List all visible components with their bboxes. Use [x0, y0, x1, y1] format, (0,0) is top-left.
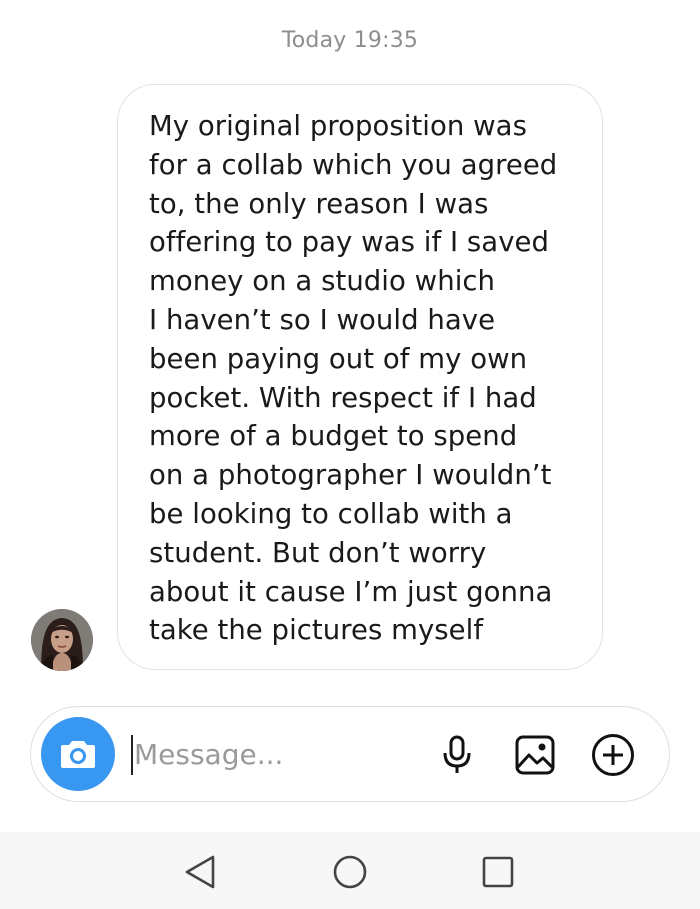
message-text: My original proposition was for a collab… [149, 107, 578, 650]
message-line: offering to pay was if I saved [149, 226, 550, 259]
message-line: more of a budget to spend [149, 420, 518, 453]
message-line: pocket. With respect if I had [149, 381, 537, 414]
message-line: I haven’t so I would have [149, 303, 496, 336]
nav-recents-button[interactable] [478, 852, 518, 892]
recents-square-icon [482, 856, 514, 888]
text-caret [131, 735, 133, 775]
received-message-bubble[interactable]: My original proposition was for a collab… [117, 84, 603, 670]
nav-home-button[interactable] [330, 852, 370, 892]
message-line: take the pictures myself [149, 614, 484, 647]
voice-message-button[interactable] [435, 733, 479, 777]
message-line: on a photographer I wouldn’t [149, 459, 552, 492]
camera-icon [61, 741, 95, 768]
gallery-icon [515, 735, 555, 775]
message-line: to, the only reason I was [149, 187, 489, 220]
gallery-button[interactable] [513, 733, 557, 777]
back-triangle-icon [185, 855, 215, 889]
message-line: for a collab which you agreed [149, 148, 558, 181]
message-timestamp: Today 19:35 [281, 28, 419, 53]
message-line: about it cause I’m just gonna [149, 575, 553, 608]
sender-avatar[interactable] [31, 609, 93, 671]
plus-circle-icon [592, 734, 634, 776]
message-input[interactable] [134, 729, 414, 779]
message-line: been paying out of my own [149, 342, 528, 375]
message-line: My original proposition was [149, 110, 527, 142]
microphone-icon [443, 735, 471, 773]
camera-button[interactable] [41, 717, 115, 791]
system-navigation-bar [0, 832, 700, 909]
more-options-button[interactable] [591, 733, 635, 777]
home-circle-icon [333, 855, 367, 889]
message-line: be looking to collab with a [149, 497, 513, 530]
nav-back-button[interactable] [180, 852, 220, 892]
message-composer [30, 706, 670, 802]
message-line: student. But don’t worry [149, 536, 487, 569]
message-line: money on a studio which [149, 265, 496, 298]
